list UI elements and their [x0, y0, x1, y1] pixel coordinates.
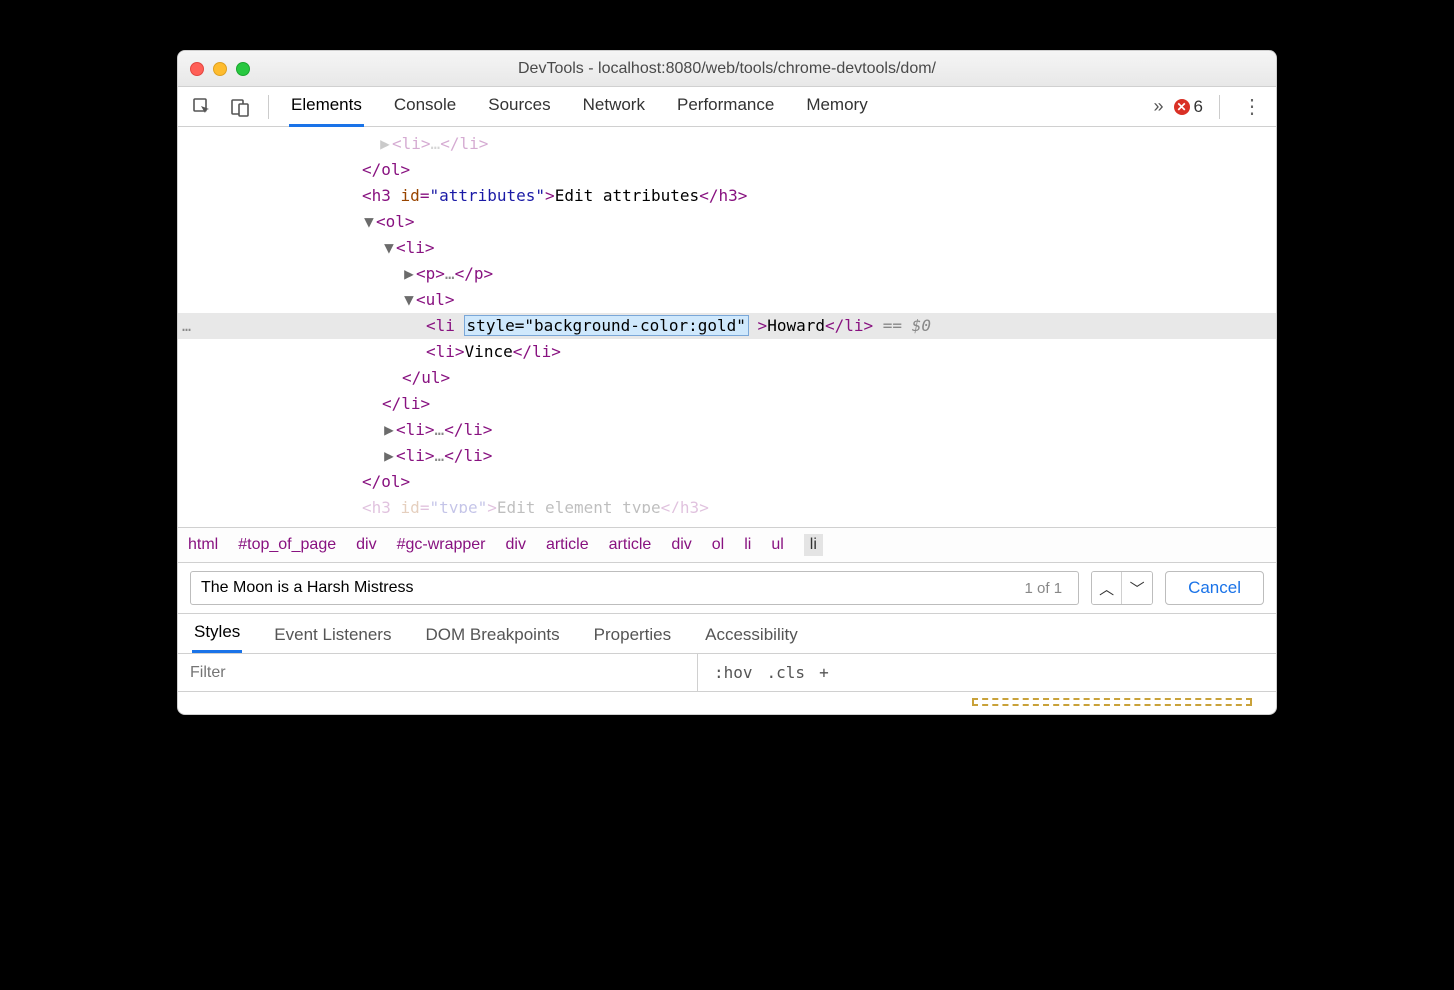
- search-match-count: 1 of 1: [1025, 580, 1069, 597]
- breadcrumb-item[interactable]: ol: [712, 536, 724, 554]
- dom-node[interactable]: <li>Vince</li>: [178, 339, 1276, 365]
- hov-toggle[interactable]: :hov: [714, 663, 753, 682]
- breadcrumb-item[interactable]: li: [744, 536, 751, 554]
- tab-memory[interactable]: Memory: [804, 86, 869, 127]
- expand-arrow-icon[interactable]: ▶: [378, 131, 392, 157]
- search-cancel-button[interactable]: Cancel: [1165, 571, 1264, 605]
- styles-pane: [178, 692, 1276, 714]
- breadcrumb-item[interactable]: li: [804, 534, 823, 556]
- titlebar: DevTools - localhost:8080/web/tools/chro…: [178, 51, 1276, 87]
- expand-arrow-icon[interactable]: ▶: [382, 417, 396, 443]
- breadcrumb-item[interactable]: #top_of_page: [238, 536, 336, 554]
- dom-node[interactable]: <h3 id="attributes">Edit attributes</h3>: [178, 183, 1276, 209]
- separator: [268, 95, 269, 119]
- subtab-dom-breakpoints[interactable]: DOM Breakpoints: [423, 617, 561, 653]
- search-bar: 1 of 1 ︿ ﹀ Cancel: [178, 563, 1276, 614]
- window-title: DevTools - localhost:8080/web/tools/chro…: [178, 60, 1276, 78]
- kebab-menu-icon[interactable]: ⋮: [1236, 94, 1268, 119]
- separator: [1219, 95, 1220, 119]
- subtab-properties[interactable]: Properties: [592, 617, 673, 653]
- dom-node[interactable]: </ol>: [178, 157, 1276, 183]
- inherited-section-outline: [972, 698, 1252, 706]
- panel-tabs: Elements Console Sources Network Performance…: [289, 86, 1148, 127]
- dom-node[interactable]: ▼<ol>: [178, 209, 1276, 235]
- subtab-accessibility[interactable]: Accessibility: [703, 617, 800, 653]
- window-controls: [190, 62, 250, 76]
- search-box: 1 of 1: [190, 571, 1079, 605]
- devtools-window: DevTools - localhost:8080/web/tools/chro…: [177, 50, 1277, 715]
- breadcrumb-item[interactable]: div: [506, 536, 526, 554]
- breadcrumb-item[interactable]: #gc-wrapper: [397, 536, 486, 554]
- dom-node[interactable]: ▶<p>…</p>: [178, 261, 1276, 287]
- elements-dom-tree[interactable]: ▶<li>…</li></ol><h3 id="attributes">Edit…: [178, 127, 1276, 527]
- device-toolbar-icon[interactable]: [224, 93, 256, 121]
- tab-performance[interactable]: Performance: [675, 86, 776, 127]
- inspect-element-icon[interactable]: [186, 93, 218, 121]
- subtab-event-listeners[interactable]: Event Listeners: [272, 617, 393, 653]
- dom-node[interactable]: ▶<li>…</li>: [178, 417, 1276, 443]
- dom-node[interactable]: ▶<li>…</li>: [178, 443, 1276, 469]
- dom-node[interactable]: ▼<li>: [178, 235, 1276, 261]
- more-tabs-icon[interactable]: »: [1154, 96, 1164, 117]
- breadcrumb-item[interactable]: div: [356, 536, 376, 554]
- search-prev-button[interactable]: ︿: [1092, 572, 1122, 604]
- main-toolbar: Elements Console Sources Network Performance…: [178, 87, 1276, 127]
- styles-toolbar: :hov .cls +: [178, 654, 1276, 692]
- breadcrumb-item[interactable]: ul: [771, 536, 783, 554]
- breadcrumb-item[interactable]: article: [546, 536, 589, 554]
- expand-arrow-icon[interactable]: ▶: [402, 261, 416, 287]
- collapse-arrow-icon[interactable]: ▼: [362, 209, 376, 235]
- tab-network[interactable]: Network: [581, 86, 647, 127]
- tab-console[interactable]: Console: [392, 86, 458, 127]
- dom-node[interactable]: ▶<li>…</li>: [178, 131, 1276, 157]
- dom-breadcrumb: html #top_of_page div #gc-wrapper div article…: [178, 527, 1276, 563]
- minimize-window-button[interactable]: [213, 62, 227, 76]
- styles-filter: [178, 654, 698, 691]
- attribute-edit-input[interactable]: style="background-color:gold": [465, 316, 748, 335]
- search-input[interactable]: [201, 579, 1025, 597]
- subtab-styles[interactable]: Styles: [192, 614, 242, 653]
- styles-subtabs: Styles Event Listeners DOM Breakpoints Prop…: [178, 614, 1276, 654]
- styles-filter-input[interactable]: [190, 664, 685, 682]
- error-icon: ✕: [1174, 99, 1190, 115]
- new-style-rule-button[interactable]: +: [819, 663, 829, 682]
- dom-node[interactable]: ▼<ul>: [178, 287, 1276, 313]
- error-count: 6: [1194, 97, 1203, 117]
- dom-node-selected[interactable]: <li style="background-color:gold" >Howar…: [178, 313, 1276, 339]
- collapse-arrow-icon[interactable]: ▼: [402, 287, 416, 313]
- dom-node[interactable]: </ul>: [178, 365, 1276, 391]
- close-window-button[interactable]: [190, 62, 204, 76]
- breadcrumb-item[interactable]: div: [671, 536, 691, 554]
- error-count-badge[interactable]: ✕ 6: [1174, 97, 1203, 117]
- dom-node[interactable]: </ol>: [178, 469, 1276, 495]
- breadcrumb-item[interactable]: article: [609, 536, 652, 554]
- dom-node[interactable]: </li>: [178, 391, 1276, 417]
- expand-arrow-icon[interactable]: ▶: [382, 443, 396, 469]
- search-nav-buttons: ︿ ﹀: [1091, 571, 1153, 605]
- breadcrumb-item[interactable]: html: [188, 536, 218, 554]
- search-next-button[interactable]: ﹀: [1122, 572, 1152, 604]
- collapse-arrow-icon[interactable]: ▼: [382, 235, 396, 261]
- zoom-window-button[interactable]: [236, 62, 250, 76]
- tab-sources[interactable]: Sources: [486, 86, 552, 127]
- tab-elements[interactable]: Elements: [289, 86, 364, 127]
- cls-toggle[interactable]: .cls: [767, 663, 806, 682]
